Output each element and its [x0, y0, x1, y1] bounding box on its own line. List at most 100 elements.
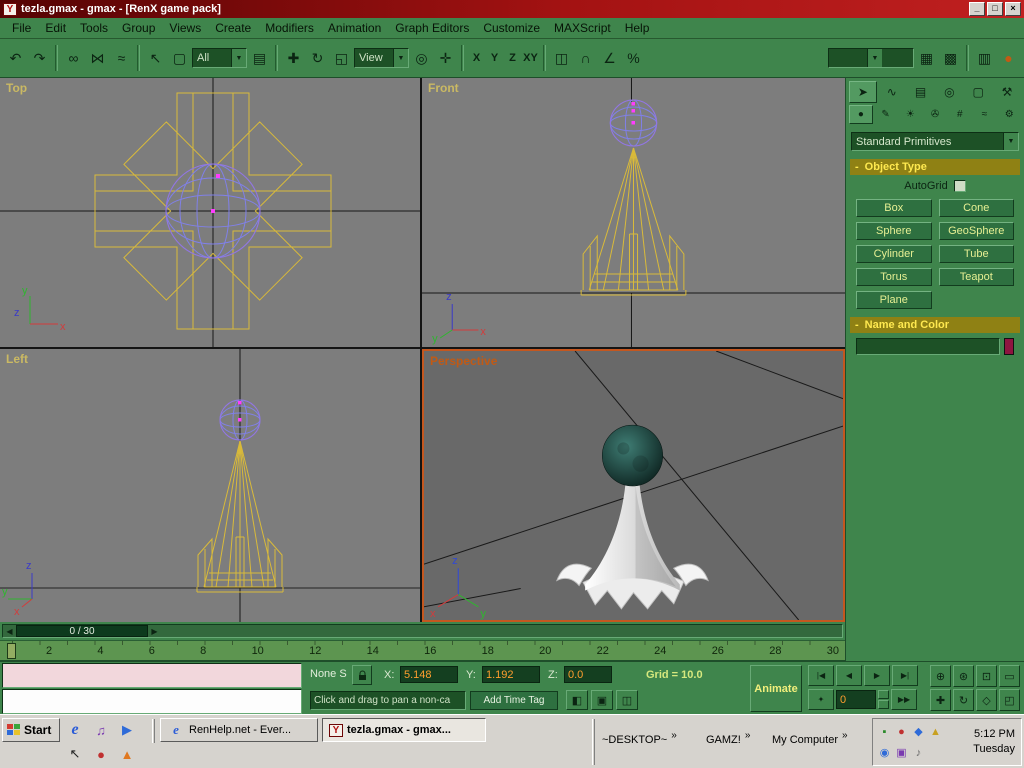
- geosphere-button[interactable]: GeoSphere: [939, 222, 1015, 240]
- tab-display[interactable]: ▢: [964, 81, 992, 103]
- field-of-view-icon[interactable]: ◇: [976, 689, 997, 711]
- select-and-rotate-button[interactable]: ↻: [306, 45, 329, 71]
- select-and-manipulate-button[interactable]: ✛: [434, 45, 457, 71]
- chevron-down-icon[interactable]: ▼: [1003, 133, 1018, 150]
- desktop-band-item[interactable]: ~DESKTOP~ »: [602, 734, 677, 746]
- rollout-object-type[interactable]: - Object Type: [850, 159, 1020, 175]
- torus-button[interactable]: Torus: [856, 268, 932, 286]
- tray-icon-6[interactable]: ▣: [896, 746, 906, 759]
- menu-views[interactable]: Views: [162, 19, 208, 37]
- viewport-canvas-top[interactable]: y x z: [0, 78, 420, 347]
- triangle-app-icon[interactable]: ▲: [118, 745, 136, 763]
- viewport-perspective[interactable]: Perspective: [422, 349, 845, 622]
- autogrid-checkbox[interactable]: [954, 180, 966, 192]
- viewport-canvas-perspective[interactable]: z x y: [424, 351, 843, 620]
- maxscript-macro-recorder[interactable]: [2, 663, 302, 688]
- chevron-icon[interactable]: »: [842, 730, 848, 741]
- restore-button[interactable]: □: [987, 2, 1003, 16]
- tab-utilities[interactable]: ⚒: [993, 81, 1021, 103]
- tab-modify[interactable]: ∿: [878, 81, 906, 103]
- restrict-plane-button[interactable]: XY: [522, 45, 539, 71]
- current-frame-field[interactable]: [836, 690, 876, 709]
- start-button[interactable]: Start: [2, 718, 60, 742]
- menu-modifiers[interactable]: Modifiers: [258, 19, 321, 37]
- next-frame-arrow[interactable]: ▶: [148, 625, 161, 637]
- media-player-icon[interactable]: ♫: [92, 721, 110, 739]
- tab-motion[interactable]: ◎: [935, 81, 963, 103]
- plane-button[interactable]: Plane: [856, 291, 932, 309]
- previous-frame-button[interactable]: ◀: [836, 665, 862, 686]
- timeline-caret[interactable]: [7, 643, 16, 659]
- chevron-down-icon[interactable]: ▼: [231, 49, 246, 67]
- viewport-canvas-left[interactable]: z y x: [0, 349, 420, 622]
- chevron-icon[interactable]: »: [671, 730, 677, 741]
- category-lights[interactable]: ☀: [898, 105, 922, 124]
- cone-button[interactable]: Cone: [939, 199, 1015, 217]
- previous-frame-arrow[interactable]: ◀: [3, 625, 16, 637]
- add-time-tag-button[interactable]: Add Time Tag: [470, 691, 558, 710]
- viewport-canvas-front[interactable]: z x y: [422, 78, 845, 347]
- menu-customize[interactable]: Customize: [476, 19, 547, 37]
- tray-icon-3[interactable]: ◆: [914, 725, 922, 738]
- toolbar-grip[interactable]: [152, 719, 155, 743]
- select-and-link-button[interactable]: ∞: [62, 45, 85, 71]
- sphere-button[interactable]: Sphere: [856, 222, 932, 240]
- category-cameras[interactable]: ✇: [923, 105, 947, 124]
- my-computer-band-item[interactable]: My Computer »: [772, 734, 848, 746]
- x-coordinate-value[interactable]: 5.148: [400, 666, 458, 683]
- category-spacewarps[interactable]: ≈: [973, 105, 997, 124]
- restrict-y-button[interactable]: Y: [486, 45, 503, 71]
- animate-button[interactable]: Animate: [750, 665, 802, 712]
- restrict-x-button[interactable]: X: [468, 45, 485, 71]
- zoom-extents-icon[interactable]: ⊡: [976, 665, 997, 687]
- toolbar-grip[interactable]: [592, 719, 595, 765]
- menu-maxscript[interactable]: MAXScript: [547, 19, 618, 37]
- coordinate-system-dropdown[interactable]: View ▼: [354, 48, 409, 68]
- menu-graph-editors[interactable]: Graph Editors: [388, 19, 476, 37]
- degradation-override-icon[interactable]: ◧: [566, 690, 588, 710]
- menu-group[interactable]: Group: [115, 19, 162, 37]
- rocket-shaded[interactable]: [557, 482, 708, 609]
- time-slider-track[interactable]: ◀ 0 / 30 ▶: [2, 624, 843, 638]
- category-helpers[interactable]: #: [948, 105, 972, 124]
- select-and-scale-button[interactable]: ◱: [330, 45, 353, 71]
- viewport-front[interactable]: Front: [422, 78, 845, 347]
- taskbar-clock[interactable]: 5:12 PM Tuesday: [973, 727, 1018, 758]
- arc-rotate-icon[interactable]: ↻: [953, 689, 974, 711]
- chevron-icon[interactable]: »: [745, 730, 751, 741]
- tray-icon-5[interactable]: ◉: [880, 746, 890, 759]
- category-shapes[interactable]: ✎: [874, 105, 898, 124]
- primitive-category-dropdown[interactable]: Standard Primitives ▼: [851, 132, 1019, 151]
- viewport-top-label[interactable]: Top: [6, 81, 27, 95]
- goto-start-button[interactable]: |◀: [808, 665, 834, 686]
- key-mode-toggle[interactable]: ✦: [808, 689, 834, 710]
- rocket-wireframe[interactable]: [197, 441, 283, 592]
- gamz-band-item[interactable]: GAMZ! »: [706, 734, 750, 746]
- time-slider-handle[interactable]: 0 / 30: [16, 625, 148, 637]
- viewport-top[interactable]: Top y x z: [0, 78, 420, 347]
- viewport-layout-icon[interactable]: ▣: [591, 690, 613, 710]
- box-button[interactable]: Box: [856, 199, 932, 217]
- sphere-shaded[interactable]: [602, 425, 662, 486]
- render-button[interactable]: ●: [997, 45, 1020, 71]
- show-desktop-icon[interactable]: ▶: [118, 721, 136, 739]
- zoom-region-icon[interactable]: ▭: [999, 665, 1020, 687]
- menu-tools[interactable]: Tools: [73, 19, 115, 37]
- select-by-name-button[interactable]: ▤: [248, 45, 271, 71]
- redo-button[interactable]: ↷: [28, 45, 51, 71]
- min-max-toggle-icon[interactable]: ◰: [999, 689, 1020, 711]
- material-navigator-button[interactable]: ▥: [973, 45, 996, 71]
- crossing-selection-icon[interactable]: ◫: [616, 690, 638, 710]
- named-selection-sets-dropdown[interactable]: ▼: [828, 48, 914, 68]
- timeline-ruler[interactable]: 2 4 6 8 10 12 14 16 18 20 22 24 26 28 30: [0, 640, 845, 661]
- next-frame-button[interactable]: ▶|: [892, 665, 918, 686]
- tray-icon-1[interactable]: ▪: [883, 726, 887, 738]
- object-name-input[interactable]: [856, 338, 1000, 355]
- bind-to-space-warp-button[interactable]: ≈: [110, 45, 133, 71]
- selection-lock-button[interactable]: [352, 665, 372, 685]
- snap-toggle-button[interactable]: ∩: [574, 45, 597, 71]
- category-geometry[interactable]: ●: [849, 105, 873, 124]
- select-object-button[interactable]: ↖: [144, 45, 167, 71]
- frame-spinner[interactable]: [878, 690, 889, 709]
- menu-animation[interactable]: Animation: [321, 19, 388, 37]
